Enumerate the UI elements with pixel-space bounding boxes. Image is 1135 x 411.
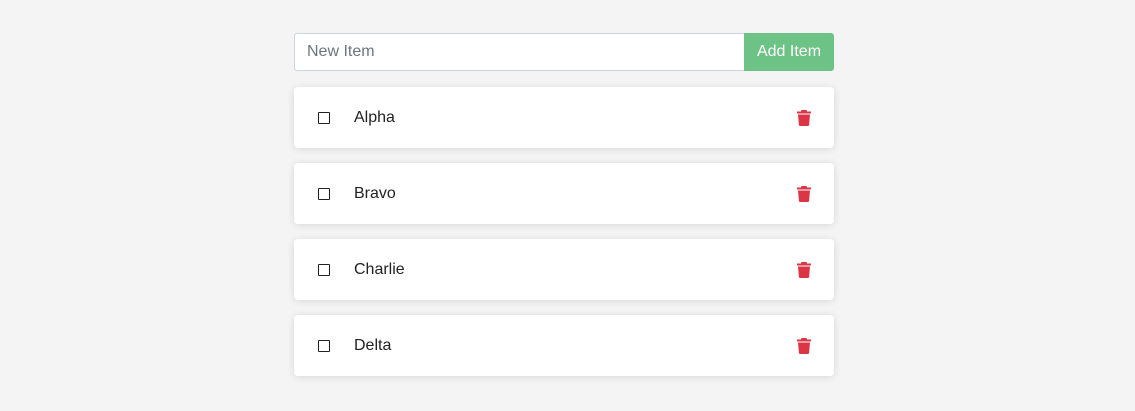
new-item-input[interactable] <box>294 33 744 71</box>
add-item-button[interactable]: Add Item <box>744 33 834 71</box>
todo-list: Alpha Bravo Charlie Delta <box>294 87 834 376</box>
checkbox-unchecked-icon[interactable] <box>318 187 330 200</box>
list-item: Bravo <box>294 163 834 224</box>
todo-app: Add Item Alpha Bravo Charlie Delta <box>294 33 834 391</box>
item-label: Charlie <box>354 260 405 278</box>
list-item: Charlie <box>294 239 834 300</box>
item-label: Alpha <box>354 108 395 126</box>
trash-icon[interactable] <box>796 109 812 127</box>
list-item: Delta <box>294 315 834 376</box>
item-label: Delta <box>354 336 392 354</box>
item-label: Bravo <box>354 184 396 202</box>
trash-icon[interactable] <box>796 261 812 279</box>
list-item: Alpha <box>294 87 834 148</box>
trash-icon[interactable] <box>796 185 812 203</box>
checkbox-unchecked-icon[interactable] <box>318 263 330 276</box>
add-item-row: Add Item <box>294 33 834 71</box>
checkbox-unchecked-icon[interactable] <box>318 111 330 124</box>
trash-icon[interactable] <box>796 337 812 355</box>
checkbox-unchecked-icon[interactable] <box>318 339 330 352</box>
